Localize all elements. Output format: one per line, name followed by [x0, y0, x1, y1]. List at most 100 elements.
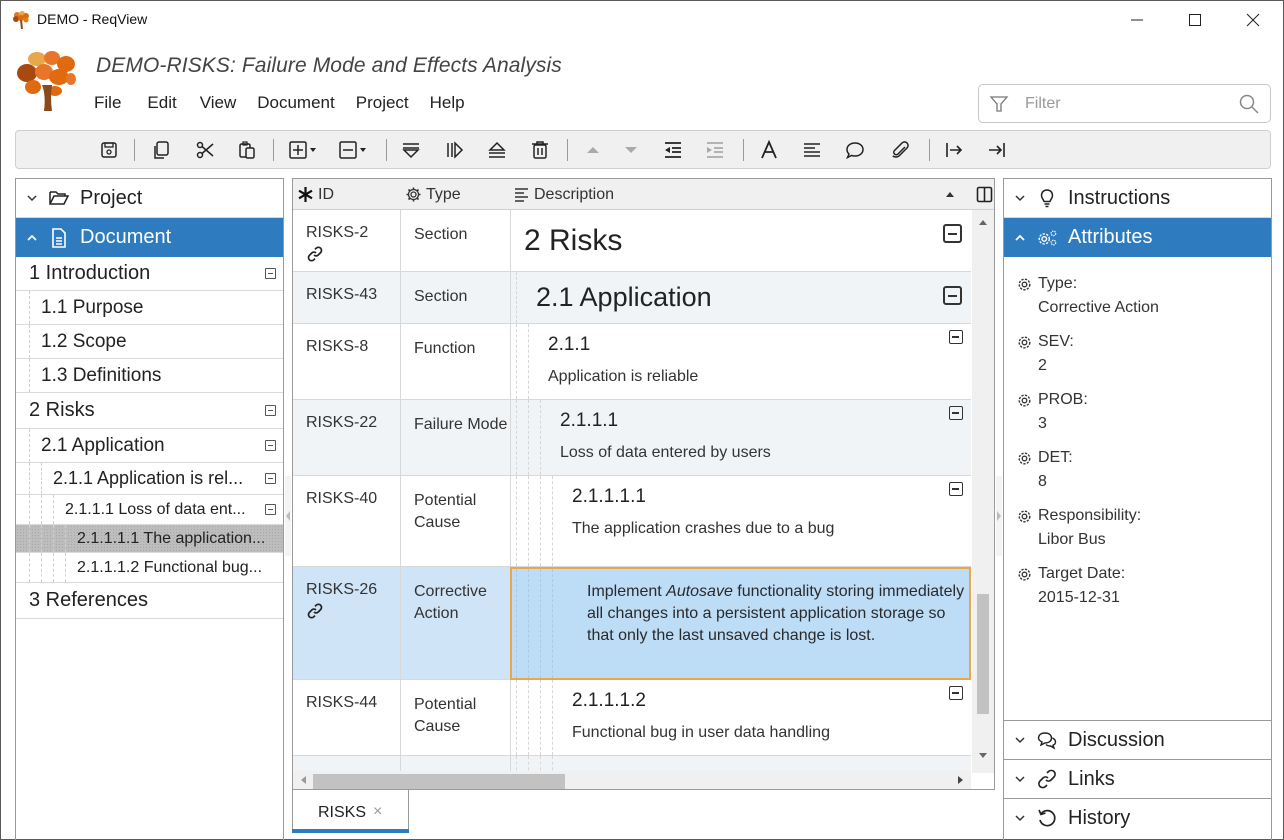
document-accordion-header[interactable]: Document: [16, 218, 283, 257]
collapse-toggle-icon[interactable]: [265, 268, 276, 279]
move-down-button[interactable]: [620, 138, 642, 162]
save-button[interactable]: [98, 138, 120, 162]
vertical-scrollbar[interactable]: [972, 210, 994, 773]
maximize-button[interactable]: [1166, 1, 1224, 39]
outdent-button[interactable]: [662, 138, 684, 162]
column-header-type[interactable]: Type: [405, 179, 509, 210]
sort-ascending-icon[interactable]: [945, 190, 955, 198]
tree-item[interactable]: 1.2 Scope: [16, 325, 283, 359]
insert-below-button[interactable]: [400, 138, 422, 162]
collapse-toggle-icon[interactable]: [265, 405, 276, 416]
history-accordion-header[interactable]: History: [1004, 798, 1271, 837]
remove-object-dropdown[interactable]: [334, 138, 370, 162]
tab-close-icon[interactable]: ×: [373, 803, 382, 821]
vertical-scroll-thumb[interactable]: [977, 594, 989, 714]
insert-above-button[interactable]: [486, 138, 508, 162]
menu-document[interactable]: Document: [257, 93, 347, 113]
collapse-toggle-icon[interactable]: [265, 473, 276, 484]
comment-button[interactable]: [844, 138, 866, 162]
attribute-value[interactable]: Corrective Action: [1038, 295, 1266, 321]
instructions-accordion-header[interactable]: Instructions: [1004, 179, 1271, 218]
project-accordion-header[interactable]: Project: [16, 179, 283, 218]
tree-item[interactable]: 2 Risks: [16, 393, 283, 429]
horizontal-scroll-thumb[interactable]: [313, 774, 565, 789]
tree-item[interactable]: 2.1.1.1.2 Functional bug...: [16, 553, 283, 583]
attributes-accordion-header[interactable]: Attributes: [1004, 218, 1271, 257]
link-to-button[interactable]: [986, 138, 1008, 162]
link-icon[interactable]: [306, 245, 324, 263]
right-splitter-handle[interactable]: [996, 476, 1002, 556]
links-accordion-header[interactable]: Links: [1004, 759, 1271, 798]
align-button[interactable]: [801, 138, 823, 162]
collapse-section-icon[interactable]: [949, 482, 963, 496]
collapse-section-icon[interactable]: [949, 686, 963, 700]
description-text[interactable]: Implement Autosave functionality storing…: [587, 581, 967, 647]
column-header-id[interactable]: ID: [297, 179, 401, 210]
attribute-name: Responsibility:: [1016, 505, 1266, 527]
collapse-section-icon[interactable]: [943, 286, 962, 305]
scroll-up-icon[interactable]: [978, 218, 988, 226]
tree-item[interactable]: 2.1.1.1.1 The application...: [16, 525, 283, 553]
scroll-down-icon[interactable]: [978, 752, 988, 760]
menu-edit[interactable]: Edit: [147, 93, 189, 113]
left-splitter-handle[interactable]: [285, 476, 291, 556]
tree-item[interactable]: 2.1.1 Application is rel...: [16, 463, 283, 495]
move-up-button[interactable]: [582, 138, 604, 162]
cut-button[interactable]: [194, 138, 216, 162]
column-header-description[interactable]: Description: [513, 179, 943, 210]
menu-help[interactable]: Help: [430, 93, 478, 113]
collapse-toggle-icon[interactable]: [265, 440, 276, 451]
collapse-toggle-icon[interactable]: [265, 504, 276, 515]
column-chooser-icon[interactable]: [976, 186, 993, 203]
tree-item[interactable]: 1.1 Purpose: [16, 291, 283, 325]
collapse-section-icon[interactable]: [949, 330, 963, 344]
filter-input[interactable]: [1025, 93, 1225, 115]
menu-file[interactable]: File: [94, 93, 134, 113]
tree-item[interactable]: 2.1.1.1 Loss of data ent...: [16, 495, 283, 525]
horizontal-scrollbar[interactable]: [293, 771, 971, 789]
link-from-button[interactable]: [943, 138, 965, 162]
document-tab-risks[interactable]: RISKS ×: [292, 790, 409, 833]
collapse-section-icon[interactable]: [949, 406, 963, 420]
save-icon: [101, 142, 117, 158]
table-row[interactable]: RISKS-22 Failure Mode 2.1.1.1 Loss of data …: [293, 400, 971, 476]
insert-child-button[interactable]: [444, 138, 466, 162]
minimize-button[interactable]: [1108, 1, 1166, 39]
text-format-button[interactable]: [758, 138, 780, 162]
filter-icon[interactable]: [989, 94, 1009, 114]
delete-button[interactable]: [529, 138, 551, 162]
attachment-button[interactable]: [889, 138, 911, 162]
attribute-value[interactable]: 2015-12-31: [1038, 585, 1266, 611]
table-row[interactable]: RISKS-8 Function 2.1.1 Application is relia…: [293, 324, 971, 400]
tree-item[interactable]: 1.3 Definitions: [16, 359, 283, 393]
scroll-left-icon[interactable]: [299, 775, 307, 785]
cell-id: RISKS-2: [306, 224, 368, 263]
table-row[interactable]: RISKS-44 Potential Cause 2.1.1.1.2 Function…: [293, 680, 971, 756]
link-icon[interactable]: [306, 602, 324, 620]
table-row[interactable]: RISKS-40 Potential Cause 2.1.1.1.1 The appl…: [293, 476, 971, 567]
collapse-section-icon[interactable]: [943, 224, 962, 243]
attribute-value[interactable]: 3: [1038, 411, 1266, 437]
attribute-value[interactable]: Libor Bus: [1038, 527, 1266, 553]
discussion-accordion-header[interactable]: Discussion: [1004, 720, 1271, 759]
attribute-value[interactable]: 8: [1038, 469, 1266, 495]
attribute-value[interactable]: 2: [1038, 353, 1266, 379]
tree-item[interactable]: 1 Introduction: [16, 257, 283, 291]
menu-project[interactable]: Project: [356, 93, 422, 113]
tree-item[interactable]: 2.1 Application: [16, 429, 283, 463]
scroll-right-icon[interactable]: [957, 775, 965, 785]
menu-view[interactable]: View: [200, 93, 250, 113]
table-row[interactable]: RISKS-43 Section 2.1 Application: [293, 272, 971, 324]
indent-button[interactable]: [704, 138, 726, 162]
attributes-list: Type: Corrective Action SEV: 2 PROB: 3 DET: 8 Re…: [1016, 273, 1266, 621]
copy-button[interactable]: [150, 138, 172, 162]
tree-item-label: 2.1.1 Application is rel...: [53, 468, 244, 488]
close-window-button[interactable]: [1224, 1, 1282, 39]
table-row[interactable]: RISKS-2 Section 2 Risks: [293, 210, 971, 272]
description-editor[interactable]: Implement Autosave functionality storing…: [510, 567, 971, 680]
paste-button[interactable]: [236, 138, 258, 162]
search-icon[interactable]: [1238, 93, 1260, 115]
add-object-dropdown[interactable]: [284, 138, 320, 162]
tree-item[interactable]: 3 References: [16, 583, 283, 619]
table-row[interactable]: RISKS-26 Corrective Action Implement Autos…: [293, 567, 971, 680]
